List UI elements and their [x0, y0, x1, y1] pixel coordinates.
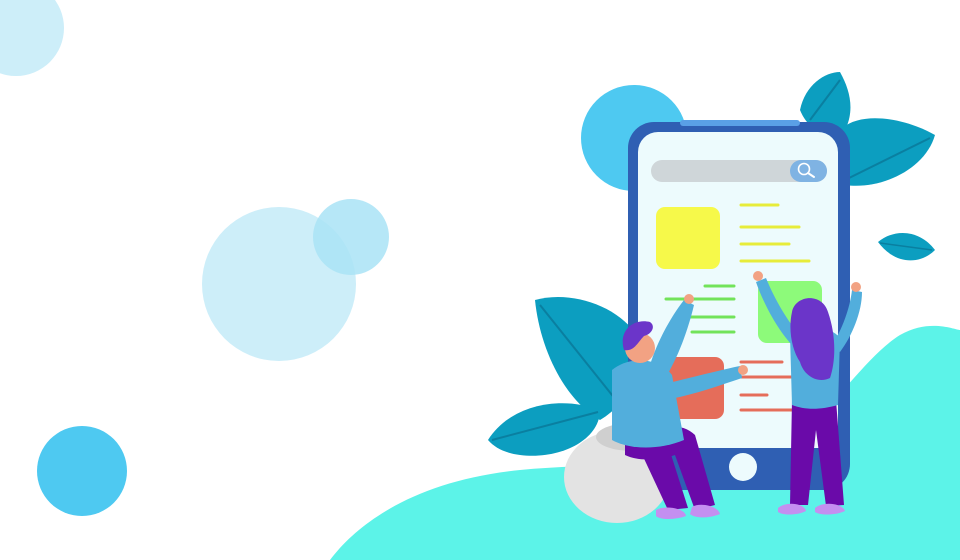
card-yellow[interactable] — [656, 207, 720, 269]
phone-top-notch — [680, 120, 800, 126]
illustration-canvas — [0, 0, 960, 560]
bubble-top-left — [0, 0, 64, 76]
bubble-bottom-left — [37, 426, 127, 516]
home-button-icon[interactable] — [729, 453, 757, 481]
bubble-small-center — [313, 199, 389, 275]
illustration-scene — [0, 0, 960, 560]
